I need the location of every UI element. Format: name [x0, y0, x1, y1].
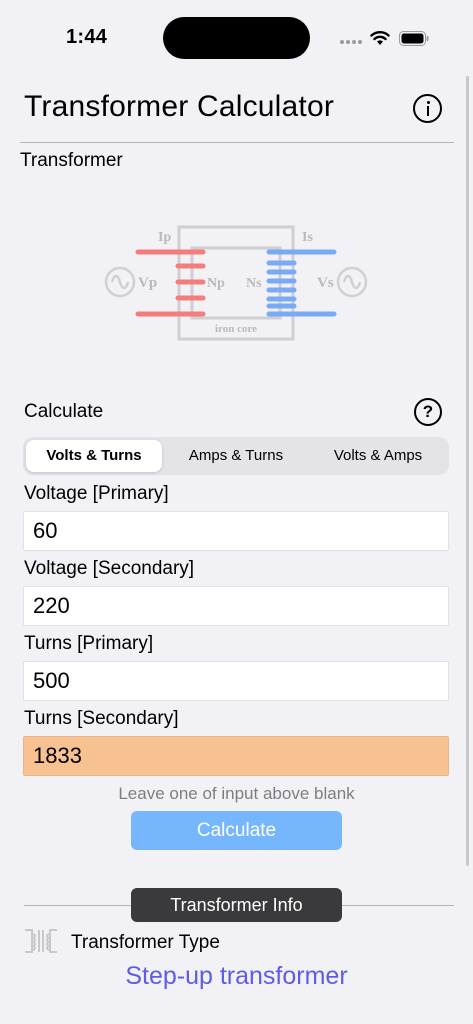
voltage-secondary-label: Voltage [Secondary] — [24, 558, 195, 579]
status-time: 1:44 — [66, 26, 108, 48]
help-button[interactable]: ? — [414, 398, 442, 426]
vp-label: Vp — [138, 275, 157, 291]
calculate-section-label: Calculate — [24, 401, 104, 422]
calculate-button[interactable]: Calculate — [131, 811, 342, 850]
turns-primary-label: Turns [Primary] — [24, 633, 154, 654]
voltage-primary-label: Voltage [Primary] — [24, 483, 169, 504]
turns-primary-input[interactable]: 500 — [23, 661, 449, 701]
secondary-ac-source-icon — [336, 266, 368, 298]
segment-volts-turns[interactable]: Volts & Turns — [26, 440, 162, 472]
segment-amps-turns[interactable]: Amps & Turns — [165, 440, 307, 472]
transformer-type-label: Transformer Type — [71, 932, 220, 953]
wifi-icon — [370, 31, 390, 45]
voltage-secondary-input[interactable]: 220 — [23, 586, 449, 626]
core-label: iron core — [215, 323, 257, 335]
primary-ac-source-icon — [104, 266, 136, 298]
vs-label: Vs — [317, 275, 334, 291]
turns-secondary-input[interactable]: 1833 — [23, 736, 449, 776]
cellular-signal-icon — [340, 36, 362, 44]
np-label: Np — [207, 276, 225, 291]
is-label: Is — [302, 230, 313, 245]
voltage-primary-input[interactable]: 60 — [23, 511, 449, 551]
segment-volts-amps[interactable]: Volts & Amps — [309, 440, 447, 472]
transformer-type-value: Step-up transformer — [125, 962, 348, 990]
divider — [20, 142, 454, 143]
battery-icon — [399, 31, 429, 46]
turns-secondary-label: Turns [Secondary] — [24, 708, 179, 729]
transformer-info-header: Transformer Info — [131, 888, 342, 922]
info-button[interactable] — [413, 94, 442, 123]
transformer-diagram: iron core Np Ns Ip Is Vp Vs — [104, 225, 368, 341]
page-title: Transformer Calculator — [24, 90, 335, 123]
scrollbar[interactable] — [466, 76, 469, 866]
ip-label: Ip — [158, 230, 171, 245]
hint-text: Leave one of input above blank — [118, 784, 355, 803]
dynamic-island — [163, 17, 310, 59]
transformer-symbol-icon — [25, 929, 57, 953]
ns-label: Ns — [246, 276, 262, 291]
transformer-section-label: Transformer — [20, 150, 123, 171]
calculation-mode-segmented-control: Volts & Turns Amps & Turns Volts & Amps — [23, 437, 449, 475]
